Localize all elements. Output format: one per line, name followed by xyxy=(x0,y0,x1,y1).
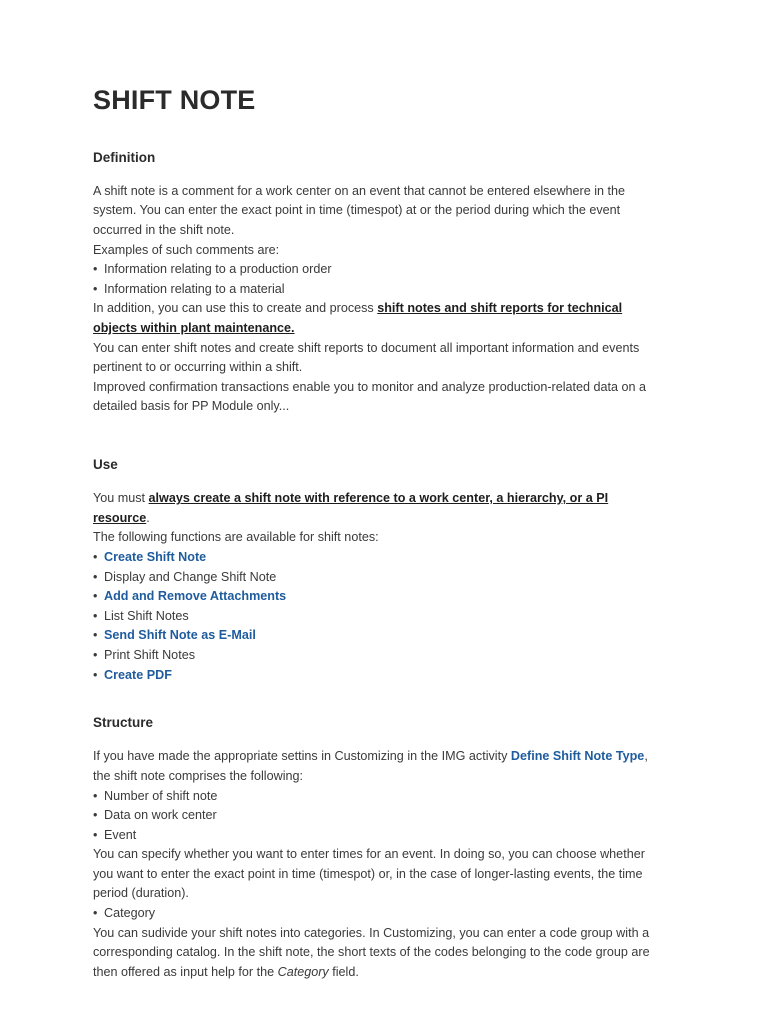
list-item-label: Event xyxy=(104,827,137,842)
use-emphasis-text: always create a shift note with referenc… xyxy=(93,491,609,525)
definition-paragraph-2: Examples of such comments are: xyxy=(93,242,280,257)
link-create-pdf[interactable]: Create PDF xyxy=(104,668,172,682)
list-item: • List Shift Notes xyxy=(93,607,665,627)
list-item: • Add and Remove Attachments xyxy=(93,587,665,607)
section-definition: Definition A shift note is a comment for… xyxy=(93,150,665,417)
use-paragraph-1: You must always create a shift note with… xyxy=(93,489,665,528)
structure-paragraph-3: You can sudivide your shift notes into c… xyxy=(93,924,665,983)
structure-paragraph-1-prefix: If you have made the appropriate settins… xyxy=(93,749,511,764)
page-title: SHIFT NOTE xyxy=(93,85,256,115)
list-item-label: Number of shift note xyxy=(104,788,218,803)
bullet-icon: • xyxy=(93,262,98,277)
list-item: • Create PDF xyxy=(93,666,665,686)
list-item: • Create Shift Note xyxy=(93,548,665,568)
bullet-icon: • xyxy=(93,667,98,682)
list-item: • Category xyxy=(93,904,665,924)
list-item: • Send Shift Note as E-Mail xyxy=(93,626,665,646)
list-item-label: Data on work center xyxy=(104,808,217,823)
link-send-shift-note-as-email[interactable]: Send Shift Note as E-Mail xyxy=(104,628,256,642)
definition-paragraph-5: Improved confirmation transactions enabl… xyxy=(93,379,647,414)
definition-paragraph-1: A shift note is a comment for a work cen… xyxy=(93,183,626,238)
link-define-shift-note-type[interactable]: Define Shift Note Type xyxy=(511,749,644,763)
bullet-icon: • xyxy=(93,569,98,584)
structure-paragraph-2: You can specify whether you want to ente… xyxy=(93,847,645,901)
bullet-icon: • xyxy=(93,788,98,803)
bullet-icon: • xyxy=(93,827,98,842)
definition-paragraph-3: In addition, you can use this to create … xyxy=(93,299,665,338)
list-item-label: Display and Change Shift Note xyxy=(104,569,277,584)
section-use: Use You must always create a shift note … xyxy=(93,457,665,685)
list-item-label: List Shift Notes xyxy=(104,608,189,623)
list-item: • Print Shift Notes xyxy=(93,646,665,666)
bullet-icon: • xyxy=(93,549,98,564)
bullet-icon: • xyxy=(93,608,98,623)
list-item: • Information relating to a production or… xyxy=(93,260,665,280)
bullet-icon: • xyxy=(93,628,98,643)
link-add-and-remove-attachments[interactable]: Add and Remove Attachments xyxy=(104,589,286,603)
list-item: • Number of shift note xyxy=(93,787,665,807)
structure-paragraph-3-part2: field. xyxy=(328,964,359,979)
list-item-label: Information relating to a material xyxy=(104,281,285,296)
document-page: SHIFT NOTE Definition A shift note is a … xyxy=(0,0,768,1024)
list-item: • Information relating to a material xyxy=(93,280,665,300)
link-create-shift-note[interactable]: Create Shift Note xyxy=(104,550,206,564)
use-paragraph-1-suffix: . xyxy=(146,510,150,525)
list-item-label: Information relating to a production ord… xyxy=(104,262,332,277)
list-item: • Data on work center xyxy=(93,806,665,826)
structure-paragraph-3-italic-term: Category xyxy=(277,964,329,979)
use-paragraph-1-prefix: You must xyxy=(93,491,149,506)
bullet-icon: • xyxy=(93,808,98,823)
bullet-icon: • xyxy=(93,647,98,662)
use-heading: Use xyxy=(93,457,118,472)
definition-heading: Definition xyxy=(93,149,156,165)
use-paragraph-2: The following functions are available fo… xyxy=(93,530,379,545)
definition-paragraph-4: You can enter shift notes and create shi… xyxy=(93,340,640,375)
list-item: • Display and Change Shift Note xyxy=(93,568,665,588)
bullet-icon: • xyxy=(93,281,98,296)
definition-paragraph-3-prefix: In addition, you can use this to create … xyxy=(93,301,378,316)
structure-paragraph-1: If you have made the appropriate settins… xyxy=(93,747,665,786)
list-item: • Event xyxy=(93,826,665,846)
structure-paragraph-3-part1: You can sudivide your shift notes into c… xyxy=(93,925,650,979)
list-item-label: Print Shift Notes xyxy=(104,647,195,662)
section-structure: Structure If you have made the appropria… xyxy=(93,715,665,982)
list-item-label: Category xyxy=(104,906,156,921)
bullet-icon: • xyxy=(93,906,98,921)
bullet-icon: • xyxy=(93,589,98,604)
structure-heading: Structure xyxy=(93,715,154,731)
